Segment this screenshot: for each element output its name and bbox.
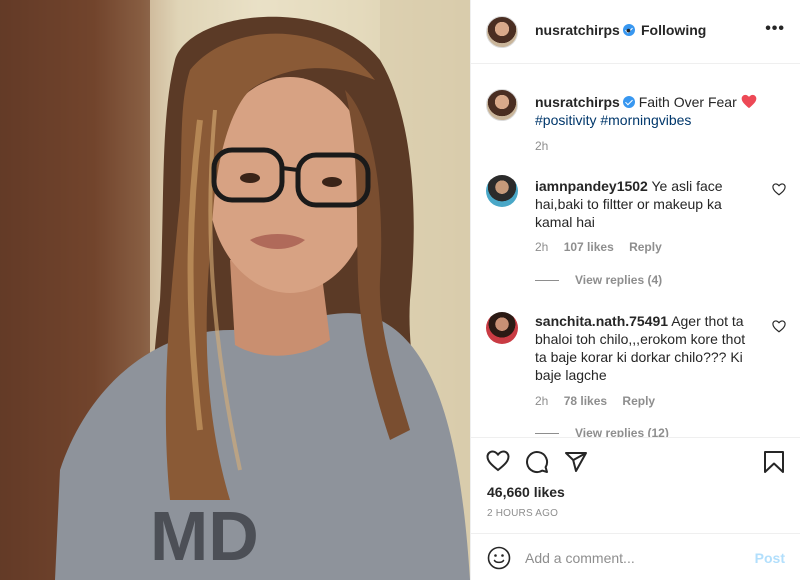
emoji-icon[interactable] [487, 546, 511, 570]
verified-badge-icon [622, 96, 635, 108]
view-replies-label[interactable]: View replies (4) [575, 273, 662, 287]
like-heart-icon[interactable] [772, 320, 786, 333]
share-icon[interactable] [564, 450, 588, 474]
view-replies-button[interactable]: View replies (4) [535, 273, 662, 287]
comment-time: 2h [535, 394, 549, 408]
bookmark-icon[interactable] [763, 450, 785, 474]
commenter-avatar[interactable] [486, 312, 518, 344]
comment-meta: 2h 107 likes Reply [535, 240, 674, 254]
like-heart-icon[interactable] [772, 183, 786, 196]
comment-icon[interactable] [525, 450, 549, 474]
post-header: nusratchirps • Following ••• [471, 0, 800, 64]
reply-button[interactable]: Reply [622, 394, 655, 408]
more-options-icon[interactable]: ••• [765, 20, 785, 38]
divider-line [535, 433, 559, 435]
portrait-illustration: MD [0, 0, 470, 580]
sweater-print: MD [150, 497, 259, 575]
post-photo[interactable]: MD [0, 0, 470, 580]
post-timestamp[interactable]: 2 HOURS AGO [487, 508, 558, 519]
author-username[interactable]: nusratchirps [535, 22, 635, 38]
add-comment-bar: Post [471, 533, 800, 580]
view-replies-button[interactable]: View replies (12) [535, 426, 669, 437]
post-side-panel: nusratchirps • Following ••• nusratchirp… [470, 0, 800, 580]
caption-hashtags[interactable]: #positivity #morningvibes [535, 112, 691, 128]
commenter-avatar[interactable] [486, 175, 518, 207]
comment-meta: 2h 78 likes Reply [535, 394, 667, 408]
comments-list[interactable]: nusratchirps Faith Over Fear #positivity… [471, 65, 800, 437]
comment-text-block: sanchita.nath.75491 Ager thot ta bhaloi … [535, 312, 755, 384]
post-comment-button[interactable]: Post [755, 550, 785, 566]
following-button[interactable]: Following [641, 22, 706, 38]
comment-likes[interactable]: 78 likes [564, 394, 607, 408]
comment-likes[interactable]: 107 likes [564, 240, 614, 254]
post-actions: 46,660 likes 2 HOURS AGO [471, 437, 800, 533]
caption-text-block: nusratchirps Faith Over Fear #positivity… [535, 93, 785, 129]
comment-username[interactable]: iamnpandey1502 [535, 178, 648, 194]
reply-button[interactable]: Reply [629, 240, 662, 254]
comment-input[interactable] [525, 546, 745, 570]
comment-username[interactable]: sanchita.nath.75491 [535, 313, 668, 329]
caption-time: 2h [535, 139, 549, 153]
caption-username[interactable]: nusratchirps [535, 94, 620, 110]
view-replies-label[interactable]: View replies (12) [575, 426, 669, 437]
separator-dot: • [626, 22, 631, 38]
divider-line [535, 280, 559, 282]
comment-text-block: iamnpandey1502 Ye asli face hai,baki to … [535, 177, 755, 231]
comment-time: 2h [535, 240, 549, 254]
likes-count[interactable]: 46,660 likes [487, 484, 565, 500]
caption-author-avatar[interactable] [486, 89, 518, 121]
author-username-text[interactable]: nusratchirps [535, 22, 620, 38]
author-avatar[interactable] [486, 16, 518, 48]
like-icon[interactable] [486, 450, 510, 472]
red-heart-icon [741, 94, 756, 109]
caption-text: Faith Over Fear [638, 94, 737, 110]
